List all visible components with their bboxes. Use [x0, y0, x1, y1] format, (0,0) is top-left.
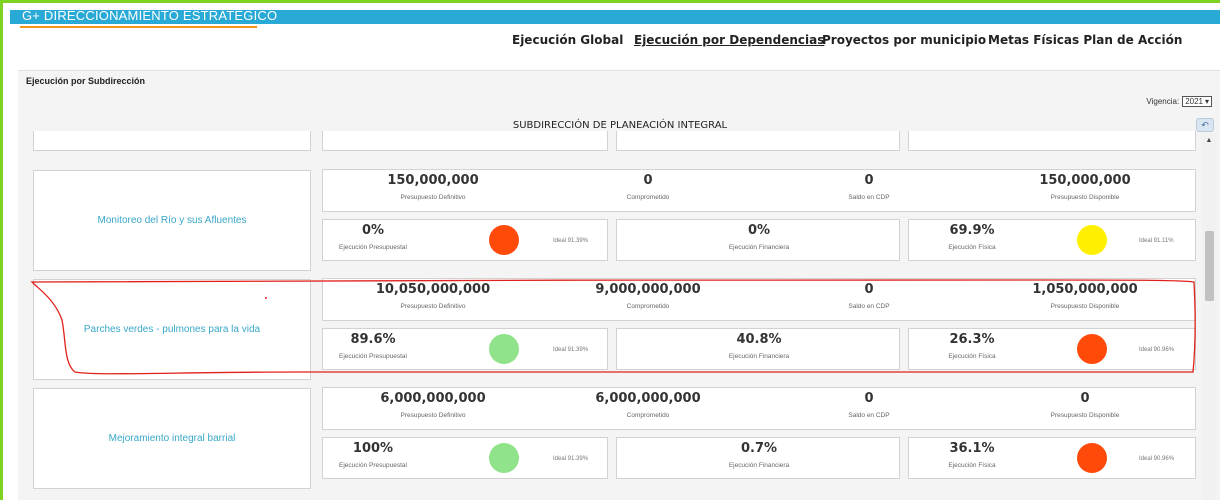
presupuesto-definitivo-value: 6,000,000,000	[380, 391, 486, 406]
comprometido-value: 6,000,000,000	[595, 391, 701, 406]
presupuesto-disponible-label: Presupuesto Disponible	[1050, 194, 1120, 201]
status-dot-presupuestal	[489, 225, 519, 255]
main-nav: Ejecución Global Ejecución por Dependenc…	[0, 33, 1220, 53]
project-name-card[interactable]: Mejoramiento integral barrial	[33, 388, 311, 489]
presupuesto-disponible-value: 0	[1080, 391, 1090, 406]
ejec-fisica-value: 69.9%	[949, 223, 995, 238]
presupuesto-definitivo-label: Presupuesto Definitivo	[400, 412, 466, 419]
presupuesto-definitivo-value: 10,050,000,000	[375, 282, 491, 297]
project-name-card[interactable]: Monitoreo del Río y sus Afluentes	[33, 170, 311, 271]
nav-ejecucion-global[interactable]: Ejecución Global	[512, 33, 623, 47]
ideal-fisica: Ideal 90.96%	[1139, 456, 1175, 462]
ejec-presupuestal-card: 89.6% Ejecución Presupuestal Ideal 91.39…	[322, 328, 608, 370]
budget-summary-card: 10,050,000,000 Presupuesto Definitivo 9,…	[322, 278, 1196, 321]
status-dot-fisica	[1077, 225, 1107, 255]
ejec-fisica-card: 69.9% Ejecución Física Ideal 91.11%	[908, 219, 1196, 261]
comprometido-value: 9,000,000,000	[595, 282, 701, 297]
nav-metas-fisicas[interactable]: Metas Físicas Plan de Acción	[988, 33, 1182, 47]
ejec-fisica-label: Ejecución Física	[948, 244, 996, 251]
saldo-cdp-label: Saldo en CDP	[848, 303, 890, 310]
ejec-presupuestal-value: 89.6%	[350, 332, 396, 347]
ideal-fisica: Ideal 91.11%	[1139, 238, 1174, 244]
status-dot-presupuestal	[489, 334, 519, 364]
project-name[interactable]: Monitoreo del Río y sus Afluentes	[98, 215, 247, 226]
ejec-presupuestal-card: 100% Ejecución Presupuestal Ideal 91.39%	[322, 437, 608, 479]
ideal-presupuestal: Ideal 91.39%	[553, 238, 589, 244]
app-title: G+ DIRECCIONAMIENTO ESTRATÉGICO	[22, 8, 278, 23]
project-name[interactable]: Mejoramiento integral barrial	[109, 433, 236, 444]
ideal-fisica: Ideal 90.96%	[1139, 347, 1175, 353]
title-underline	[20, 26, 257, 28]
ejec-financiera-value: 40.8%	[736, 332, 782, 347]
status-dot-presupuestal	[489, 443, 519, 473]
saldo-cdp-label: Saldo en CDP	[848, 412, 890, 419]
saldo-cdp-value: 0	[864, 391, 874, 406]
ejec-fisica-value: 36.1%	[949, 441, 995, 456]
status-dot-fisica	[1077, 334, 1107, 364]
status-dot-fisica	[1077, 443, 1107, 473]
presupuesto-disponible-value: 150,000,000	[1039, 173, 1131, 188]
vigencia-select[interactable]: 2021 ▾	[1182, 96, 1212, 107]
section-title: SUBDIRECCIÓN DE PLANEACIÓN INTEGRAL	[512, 120, 728, 131]
presupuesto-definitivo-value: 150,000,000	[387, 173, 479, 188]
scroll-up-arrow-icon[interactable]: ▲	[1202, 137, 1216, 144]
ejec-financiera-card: 40.8% Ejecución Financiera	[616, 328, 900, 370]
vertical-scrollbar[interactable]: ▲	[1202, 133, 1216, 500]
nav-ejecucion-por-dependencias[interactable]: Ejecución por Dependencias	[634, 33, 824, 47]
ejec-fisica-card: 36.1% Ejecución Física Ideal 90.96%	[908, 437, 1196, 479]
ejec-presupuestal-label: Ejecución Presupuestal	[339, 462, 407, 469]
saldo-cdp-label: Saldo en CDP	[848, 194, 890, 201]
comprometido-label: Comprometido	[626, 303, 670, 310]
comprometido-label: Comprometido	[626, 194, 670, 201]
ejec-presupuestal-card: 0% Ejecución Presupuestal Ideal 91.39%	[322, 219, 608, 261]
budget-summary-card: 6,000,000,000 Presupuesto Definitivo 6,0…	[322, 387, 1196, 430]
comprometido-label: Comprometido	[626, 412, 670, 419]
ejec-fisica-label: Ejecución Física	[948, 462, 996, 469]
ideal-presupuestal: Ideal 91.39%	[553, 456, 589, 462]
projects-scroll-area[interactable]: Ejecución Presupuestal Ejecución Financi…	[24, 131, 1200, 500]
ejec-presupuestal-label: Ejecución Presupuestal	[339, 353, 407, 360]
presupuesto-disponible-label: Presupuesto Disponible	[1050, 303, 1120, 310]
ejec-financiera-label: Ejecución Financiera	[728, 353, 790, 360]
vigencia-filter: Vigencia: 2021 ▾	[1146, 96, 1212, 107]
ejec-financiera-card: 0% Ejecución Financiera	[616, 219, 900, 261]
budget-summary-card: 150,000,000 Presupuesto Definitivo 0 Com…	[322, 169, 1196, 212]
chevron-down-icon: ▾	[1204, 97, 1209, 106]
ejec-financiera-label: Ejecución Financiera	[728, 244, 790, 251]
saldo-cdp-value: 0	[864, 173, 874, 188]
ejec-financiera-value: 0%	[747, 223, 771, 238]
vigencia-label: Vigencia:	[1146, 97, 1180, 106]
presupuesto-definitivo-label: Presupuesto Definitivo	[400, 194, 466, 201]
ejec-presupuestal-value: 100%	[352, 441, 394, 456]
ejec-financiera-label: Ejecución Financiera	[728, 462, 790, 469]
ejec-financiera-card-prev: Ejecución Financiera	[616, 131, 900, 151]
ideal-presupuestal: Ideal 91.39%	[553, 347, 589, 353]
comprometido-value: 0	[643, 173, 653, 188]
ejec-fisica-label: Ejecución Física	[948, 353, 996, 360]
ejec-fisica-card-prev: Ejecución Física	[908, 131, 1196, 151]
scrollbar-thumb[interactable]	[1205, 231, 1214, 301]
ejec-financiera-value: 0.7%	[740, 441, 778, 456]
ejec-presupuestal-label: Ejecución Presupuestal	[339, 244, 407, 251]
ejec-fisica-card: 26.3% Ejecución Física Ideal 90.96%	[908, 328, 1196, 370]
ejec-financiera-card: 0.7% Ejecución Financiera	[616, 437, 900, 479]
saldo-cdp-value: 0	[864, 282, 874, 297]
presupuesto-definitivo-label: Presupuesto Definitivo	[400, 303, 466, 310]
ejec-fisica-value: 26.3%	[949, 332, 995, 347]
project-name-card-prev	[33, 131, 311, 151]
project-name-card[interactable]: Parches verdes - pulmones para la vida	[33, 279, 311, 380]
project-name[interactable]: Parches verdes - pulmones para la vida	[84, 324, 260, 335]
presupuesto-disponible-value: 1,050,000,000	[1032, 282, 1138, 297]
panel-header: Ejecución por Subdirección	[26, 76, 146, 86]
nav-proyectos-por-municipio[interactable]: Proyectos por municipio	[822, 33, 986, 47]
vigencia-value: 2021	[1185, 97, 1203, 106]
ejec-presupuestal-card-prev: Ejecución Presupuestal	[322, 131, 608, 151]
presupuesto-disponible-label: Presupuesto Disponible	[1050, 412, 1120, 419]
ejec-presupuestal-value: 0%	[361, 223, 385, 238]
